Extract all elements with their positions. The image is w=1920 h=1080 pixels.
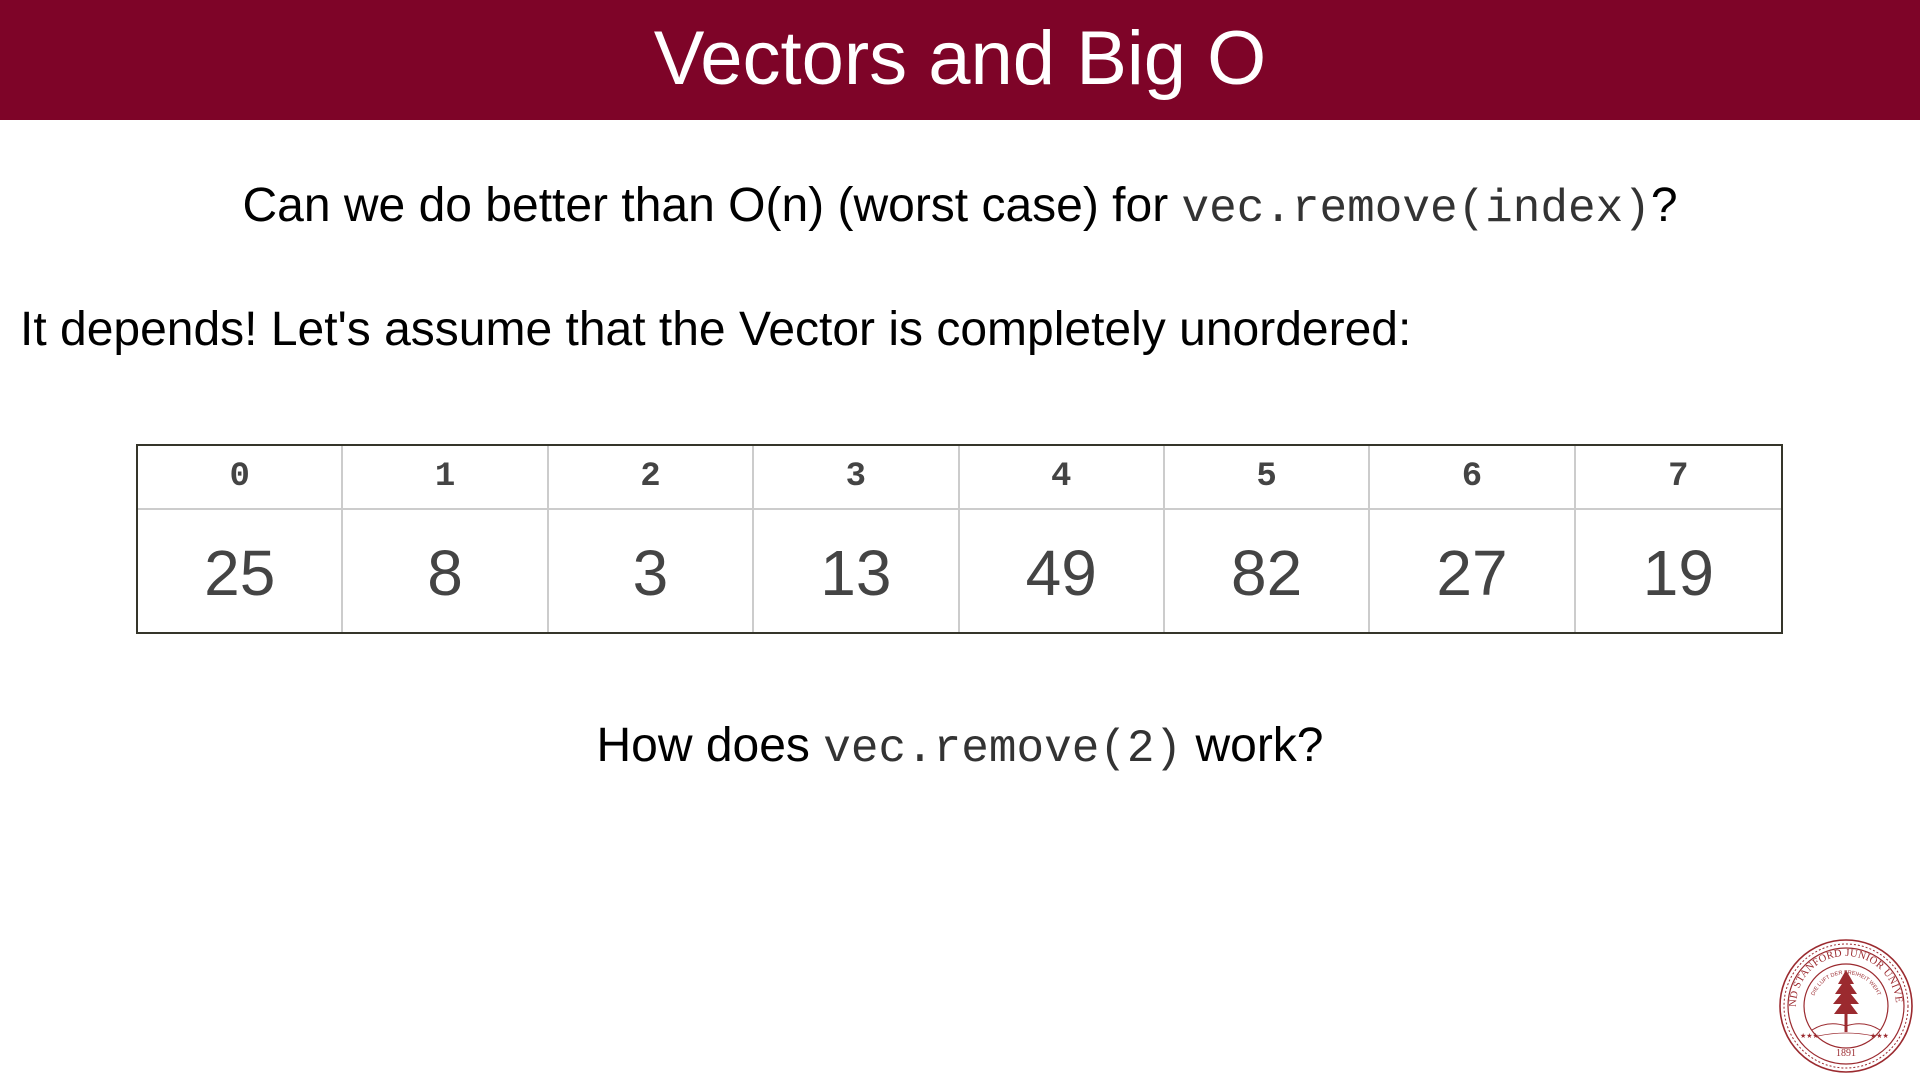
- value-cell: 25: [138, 510, 344, 632]
- index-cell: 6: [1370, 446, 1576, 510]
- tree-icon: [1833, 970, 1859, 1032]
- title-bar: Vectors and Big O: [0, 0, 1920, 120]
- svg-text:★★★: ★★★: [1800, 1032, 1819, 1040]
- index-cell: 7: [1575, 446, 1781, 510]
- value-cell: 49: [960, 510, 1165, 632]
- slide-title: Vectors and Big O: [653, 15, 1267, 101]
- followup-code: vec.remove(2): [823, 723, 1183, 775]
- index-cell: 2: [548, 446, 755, 510]
- value-cell: 27: [1370, 510, 1576, 632]
- question-mark: ?: [1650, 179, 1678, 232]
- statement-line: It depends! Let's assume that the Vector…: [20, 303, 1412, 356]
- index-cell: 3: [754, 446, 960, 510]
- seal-year: 1891: [1836, 1048, 1856, 1059]
- question-code: vec.remove(index): [1181, 183, 1651, 235]
- value-cell: 13: [754, 510, 960, 632]
- followup-text: How does: [596, 719, 824, 772]
- stanford-seal-icon: LELAND STANFORD JUNIOR UNIVERSITY DIE LU…: [1778, 938, 1913, 1073]
- followup-text-end: work?: [1182, 719, 1324, 772]
- vector-table: 0 1 2 3 4 5 6 7 25 8 3 13 49 82 27 19: [136, 444, 1783, 634]
- value-cell: 3: [549, 510, 755, 632]
- index-cell: 5: [1164, 446, 1371, 510]
- question-text: Can we do better than O(n) (worst case) …: [242, 179, 1182, 232]
- followup-line: How does vec.remove(2) work?: [0, 718, 1920, 775]
- index-cell: 1: [343, 446, 549, 510]
- value-cell: 8: [343, 510, 549, 632]
- value-cell: 82: [1165, 510, 1371, 632]
- index-cell: 4: [959, 446, 1165, 510]
- question-line: Can we do better than O(n) (worst case) …: [0, 178, 1920, 235]
- index-cell: 0: [138, 446, 344, 510]
- value-cell: 19: [1642, 537, 1714, 609]
- svg-text:★★★: ★★★: [1870, 1032, 1889, 1040]
